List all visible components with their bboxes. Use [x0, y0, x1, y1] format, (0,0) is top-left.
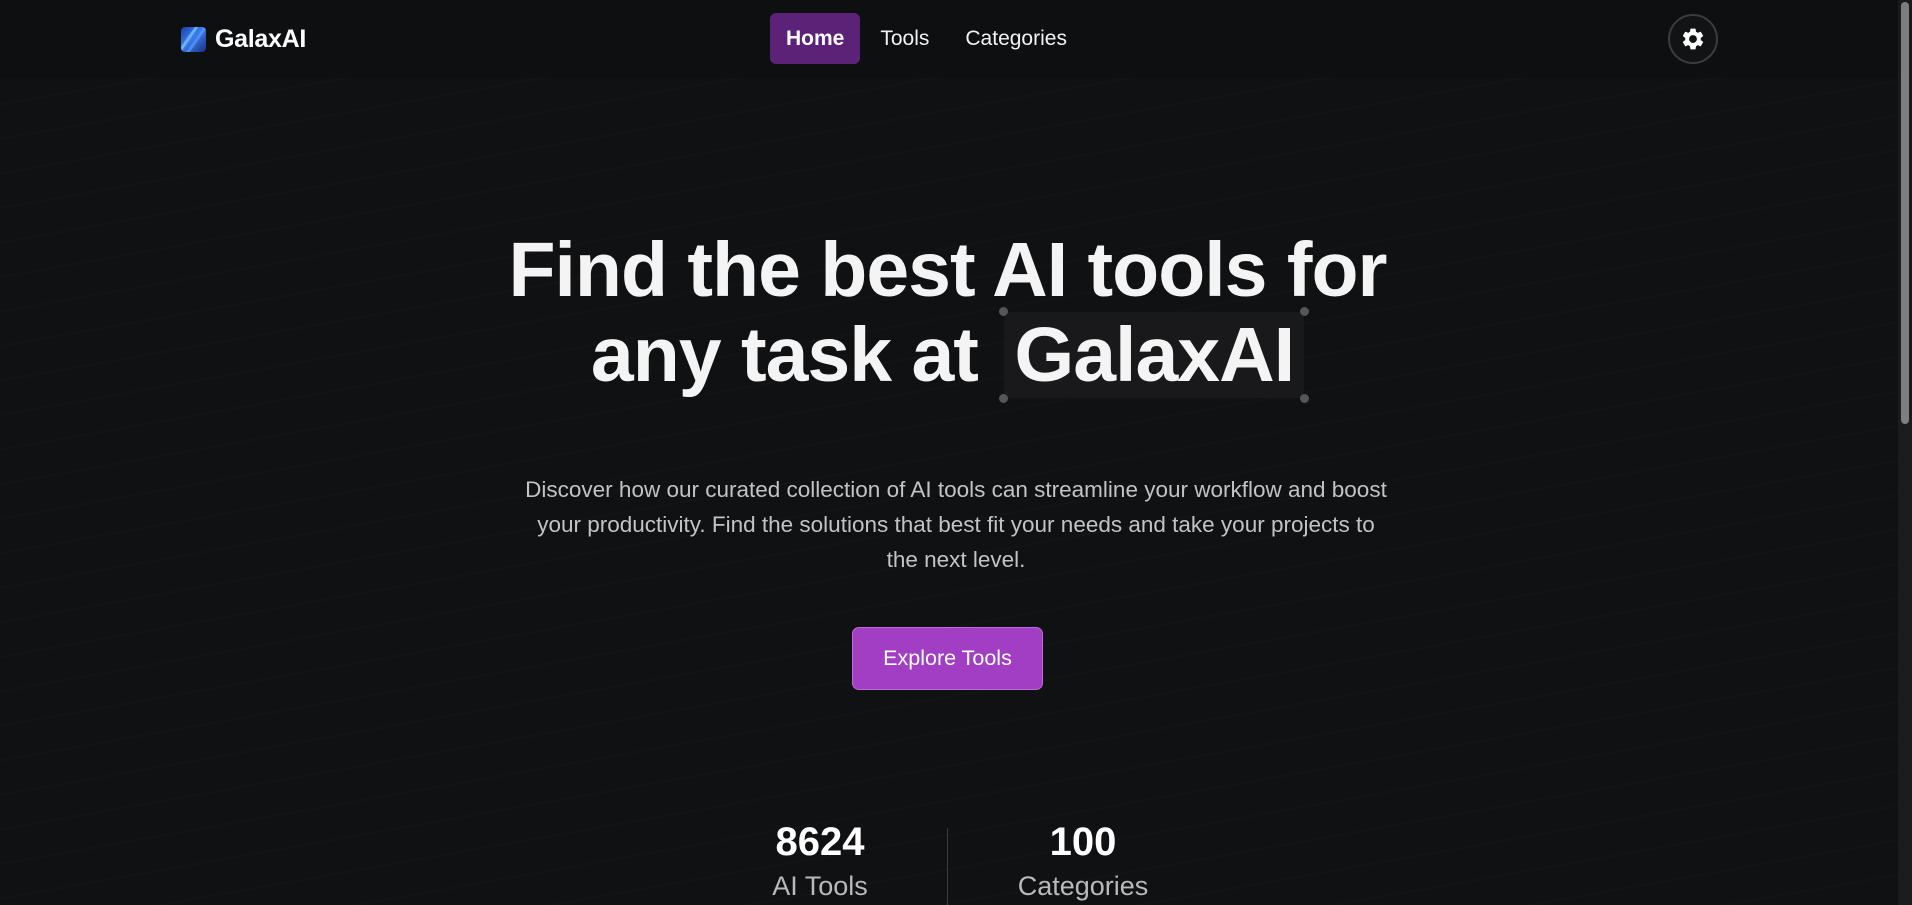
- nav-link-tools[interactable]: Tools: [864, 13, 945, 64]
- hero-description: Discover how our curated collection of A…: [525, 477, 1387, 572]
- gear-icon: [1682, 28, 1704, 50]
- stats-divider: [947, 828, 948, 905]
- nav-link-home[interactable]: Home: [770, 13, 861, 64]
- nav-link-categories[interactable]: Categories: [949, 13, 1083, 64]
- selection-handle: [999, 394, 1009, 403]
- page-scrollbar[interactable]: [1898, 0, 1912, 905]
- stats-section: 8624 AI Tools 100 Categories: [700, 818, 1200, 905]
- scrollbar-thumb[interactable]: [1901, 2, 1909, 424]
- hero-title: Find the best AI tools for any task at G…: [360, 227, 1535, 403]
- hero-highlight-text: GalaxAI: [1014, 312, 1295, 398]
- navbar: GalaxAI Home Tools Categories: [0, 0, 1898, 78]
- brand-link[interactable]: GalaxAI: [181, 24, 306, 54]
- galaxy-logo-icon: [181, 26, 206, 52]
- brand-name: GalaxAI: [215, 24, 307, 53]
- stat-label: AI Tools: [772, 871, 868, 901]
- stat-categories: 100 Categories: [963, 818, 1203, 905]
- stat-label: Categories: [1017, 871, 1149, 901]
- selection-handle: [1300, 394, 1310, 403]
- page: GalaxAI Home Tools Categories Find the b…: [0, 0, 1912, 905]
- stat-value: 8624: [775, 820, 865, 864]
- stat-value: 100: [1049, 820, 1117, 864]
- main-nav: Home Tools Categories: [770, 13, 1083, 64]
- explore-tools-button[interactable]: Explore Tools: [852, 627, 1043, 690]
- hero-title-line2: any task at: [590, 312, 979, 398]
- selection-handle: [1300, 307, 1310, 316]
- selection-handle: [999, 307, 1009, 316]
- stat-ai-tools: 8624 AI Tools: [700, 818, 940, 905]
- hero-title-highlight: GalaxAI: [999, 307, 1310, 403]
- hero-title-line1: Find the best AI tools for: [508, 227, 1388, 313]
- settings-button[interactable]: [1668, 14, 1718, 64]
